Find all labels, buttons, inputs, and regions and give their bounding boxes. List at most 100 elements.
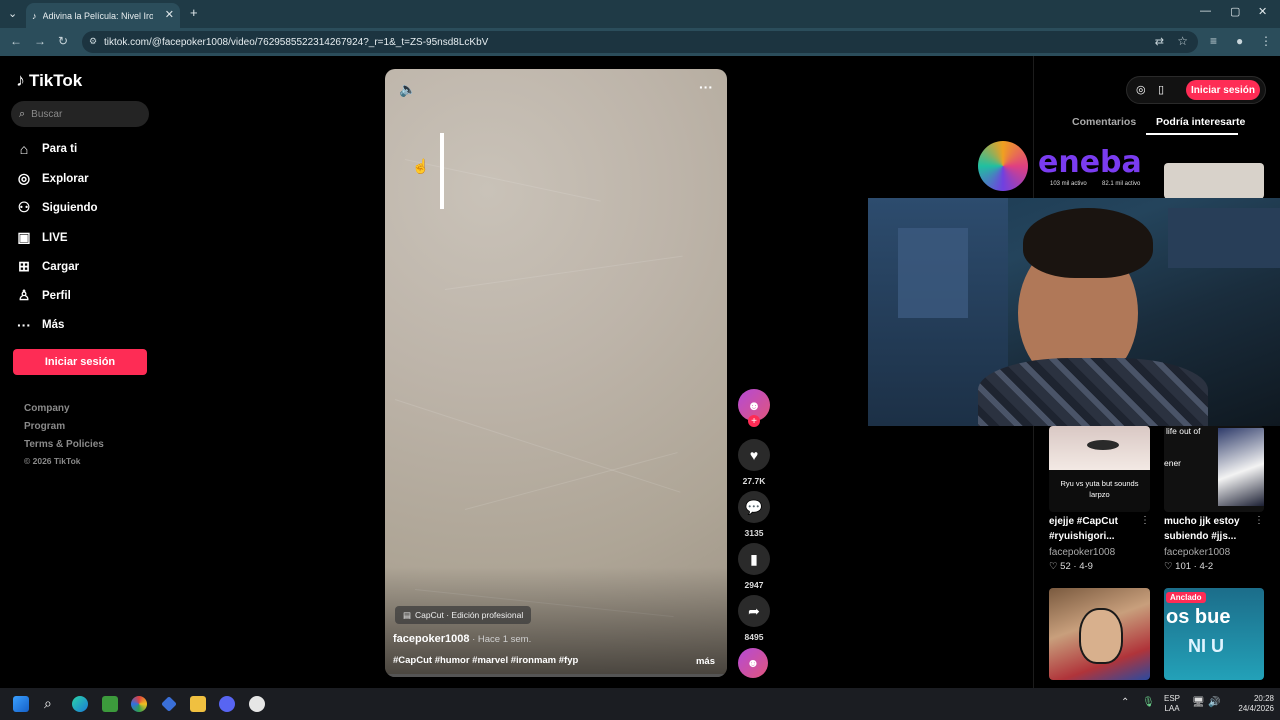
sidebar-item-para-ti[interactable]: ⌂ Para ti xyxy=(16,141,77,157)
thumbnail-caption: NI U xyxy=(1188,636,1224,656)
language-indicator[interactable]: ESP LAA xyxy=(1160,694,1184,714)
obs-icon[interactable] xyxy=(249,696,265,712)
comment-button[interactable]: 💬 xyxy=(738,491,770,523)
card-title[interactable]: ejejje #CapCut #ryuishigori... xyxy=(1049,514,1118,544)
browser-tab[interactable]: ♪ Adivina la Película: Nivel Iron M ✕ xyxy=(26,3,180,28)
edge-icon[interactable] xyxy=(72,696,88,712)
network-icon[interactable]: 🖥 xyxy=(1192,697,1205,708)
mic-icon[interactable]: 🎙 xyxy=(1142,697,1155,708)
music-disc-avatar[interactable]: ☻ xyxy=(738,648,768,678)
windows-start-icon[interactable] xyxy=(13,696,29,712)
sidebar-item-live[interactable]: ▣ LIVE xyxy=(16,229,67,246)
hand-cursor-icon: ☝ xyxy=(412,158,430,174)
close-window-icon[interactable]: ✕ xyxy=(1258,5,1267,18)
close-tab-icon[interactable]: ✕ xyxy=(165,8,174,21)
like-button[interactable]: ♥ xyxy=(738,439,770,471)
clock-time: 20:28 xyxy=(1253,694,1274,703)
active-tab-indicator xyxy=(1146,133,1238,135)
login-button[interactable]: Iniciar sesión xyxy=(13,349,147,375)
chrome-icon[interactable] xyxy=(131,696,147,712)
author-name[interactable]: facepoker1008 xyxy=(393,633,469,645)
share-button[interactable]: ➦ xyxy=(738,595,770,627)
sidebar-item-label: Siguiendo xyxy=(42,201,98,214)
video-thumbnail[interactable]: Anclado os bue NI U xyxy=(1164,588,1264,680)
video-thumbnail[interactable]: life out of ener xyxy=(1164,426,1264,512)
text-cursor-bar xyxy=(440,133,444,209)
card-title-line: mucho jjk estoy xyxy=(1164,516,1240,527)
site-info-icon[interactable]: ⚙ xyxy=(89,36,97,47)
sidebar-item-label: Cargar xyxy=(42,260,80,273)
tab-podria-interesarte[interactable]: Podría interesarte xyxy=(1156,116,1245,128)
new-tab-icon[interactable]: + xyxy=(190,5,198,20)
card-user[interactable]: facepoker1008 xyxy=(1049,547,1115,558)
sidebar-item-siguiendo[interactable]: ⚇ Siguiendo xyxy=(16,199,98,216)
video-thumbnail[interactable] xyxy=(1164,163,1264,199)
sidebar-item-mas[interactable]: ··· Más xyxy=(16,317,64,333)
more-options-icon[interactable]: ··· xyxy=(699,79,713,95)
file-explorer-icon[interactable] xyxy=(190,696,206,712)
tab-list-icon[interactable]: ⌄ xyxy=(8,7,17,20)
bookmark-star-icon[interactable]: ☆ xyxy=(1177,34,1188,48)
follow-plus-icon[interactable]: + xyxy=(748,415,760,427)
footer-terms-link[interactable]: Terms & Policies xyxy=(24,439,104,450)
share-arrow-icon: ➦ xyxy=(748,602,760,619)
tiktok-note-icon: ♪ xyxy=(16,70,25,90)
card-stats: ♡ 101 · 4-2 xyxy=(1164,561,1214,572)
video-thumbnail[interactable] xyxy=(1049,588,1150,680)
footer-program-link[interactable]: Program xyxy=(24,421,65,432)
tray-chevron-icon[interactable]: ⌃ xyxy=(1121,697,1129,708)
progress-bar[interactable] xyxy=(385,674,727,677)
person-hair-graphic xyxy=(1023,208,1153,278)
tiktok-logo[interactable]: ♪ TikTok xyxy=(16,70,82,91)
volume-icon[interactable]: 🔈 xyxy=(399,81,416,98)
clock[interactable]: 20:28 24/4/2026 xyxy=(1226,694,1274,714)
sidebar-item-explorar[interactable]: ◎ Explorar xyxy=(16,170,89,187)
xbox-icon[interactable] xyxy=(102,696,118,712)
video-thumbnail[interactable]: Ryu vs yuta but sounds larpzo xyxy=(1049,426,1150,512)
media-icon[interactable]: ≡ xyxy=(1210,34,1217,48)
card-likes: 101 xyxy=(1175,561,1192,572)
video-hashtags[interactable]: #CapCut #humor #marvel #ironmam #fyp xyxy=(393,655,578,666)
forward-icon[interactable]: → xyxy=(34,34,46,48)
volume-icon[interactable]: 🔊 xyxy=(1208,697,1220,708)
thumbnail-caption: Ryu vs yuta but sounds larpzo xyxy=(1060,479,1139,499)
menu-icon[interactable]: ⋮ xyxy=(1260,34,1272,48)
reload-icon[interactable]: ↻ xyxy=(58,34,68,48)
search-input[interactable]: ⌕ Buscar xyxy=(11,101,149,127)
sidebar-item-label: Explorar xyxy=(42,172,89,185)
live-icon: ▣ xyxy=(17,229,31,245)
shelf-graphic xyxy=(1168,208,1280,268)
more-link[interactable]: más xyxy=(696,656,715,667)
compass-small-icon[interactable]: ◎ xyxy=(1136,83,1146,96)
minimize-icon[interactable]: — xyxy=(1200,5,1211,17)
restore-icon[interactable]: ▢ xyxy=(1230,5,1240,18)
app-icon[interactable] xyxy=(161,696,177,712)
video-player[interactable]: 🔈 ··· ▤ CapCut · Edición profesional fac… xyxy=(385,69,727,677)
card-more-icon[interactable]: ⋮ xyxy=(1140,515,1150,526)
anime-graphic xyxy=(1218,428,1264,506)
card-user[interactable]: facepoker1008 xyxy=(1164,547,1230,558)
search-icon: ⌕ xyxy=(19,107,26,120)
save-button[interactable]: ▮ xyxy=(738,543,770,575)
browser-toolbar: ← → ↻ ⚙ tiktok.com/@facepoker1008/video/… xyxy=(0,28,1280,56)
card-title[interactable]: mucho jjk estoy subiendo #jjs... xyxy=(1164,514,1240,544)
discord-icon[interactable] xyxy=(219,696,235,712)
thumbnail-caption: ener xyxy=(1164,458,1182,468)
footer-company-link[interactable]: Company xyxy=(24,403,70,414)
search-icon[interactable]: ⌕ xyxy=(44,695,52,712)
video-author[interactable]: facepoker1008 · Hace 1 sem. xyxy=(393,633,531,645)
tab-comentarios[interactable]: Comentarios xyxy=(1072,116,1136,128)
post-age: · Hace 1 sem. xyxy=(469,634,532,645)
pinned-badge: Anclado xyxy=(1166,592,1206,603)
translate-icon[interactable]: ⇄ xyxy=(1155,35,1164,48)
card-more-icon[interactable]: ⋮ xyxy=(1254,515,1264,526)
back-icon[interactable]: ← xyxy=(10,34,22,48)
capcut-badge[interactable]: ▤ CapCut · Edición profesional xyxy=(395,606,532,624)
sidebar-item-perfil[interactable]: ♙ Perfil xyxy=(16,287,71,304)
url-text: tiktok.com/@facepoker1008/video/76295855… xyxy=(104,36,489,48)
profile-icon[interactable]: ● xyxy=(1236,34,1243,48)
header-login-button[interactable]: Iniciar sesión xyxy=(1186,80,1260,100)
phone-icon[interactable]: ▯ xyxy=(1158,83,1164,96)
address-bar[interactable]: ⚙ tiktok.com/@facepoker1008/video/762958… xyxy=(82,31,1198,53)
sidebar-item-cargar[interactable]: ⊞ Cargar xyxy=(16,258,79,275)
